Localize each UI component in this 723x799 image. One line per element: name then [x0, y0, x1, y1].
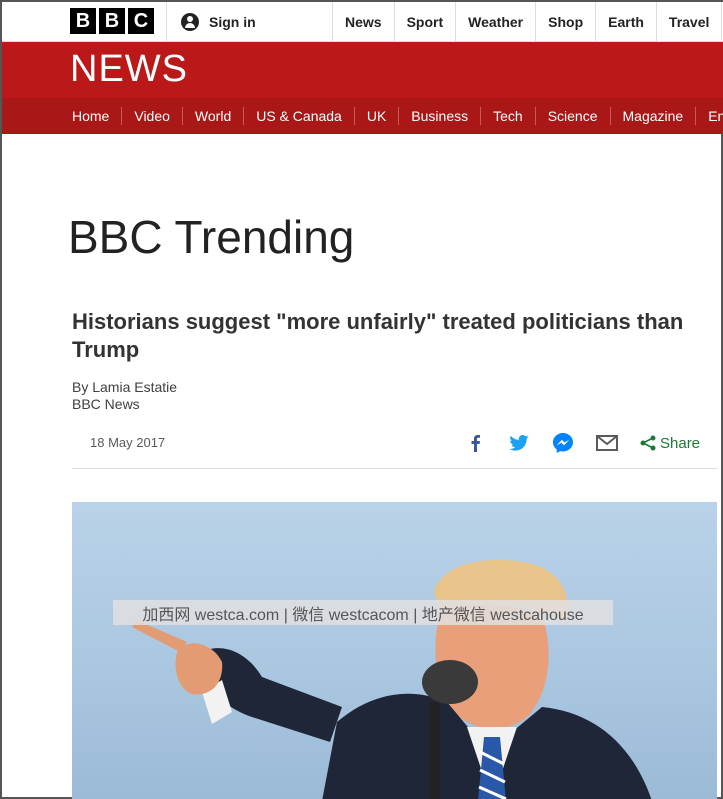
news-logo[interactable]: NEWS	[70, 48, 188, 91]
section-nav: Home Video World US & Canada UK Business…	[2, 98, 723, 134]
byline-org: BBC News	[72, 396, 140, 412]
section-nav-magazine[interactable]: Magazine	[611, 107, 697, 125]
byline-author: By Lamia Estatie	[72, 379, 178, 395]
section-nav-entertainment[interactable]: En	[696, 107, 723, 125]
byline: By Lamia Estatie BBC News	[72, 379, 177, 413]
sign-in-button[interactable]: Sign in	[166, 2, 332, 42]
section-nav-science[interactable]: Science	[536, 107, 611, 125]
top-nav-earth[interactable]: Earth	[595, 2, 656, 42]
share-label: Share	[660, 434, 701, 452]
publish-date: 18 May 2017	[90, 435, 166, 450]
top-nav-shop[interactable]: Shop	[535, 2, 595, 42]
share-tools: Share	[464, 429, 700, 457]
email-icon[interactable]	[596, 432, 618, 454]
masthead: B B C Sign in News Sport Weather Shop Ea…	[2, 2, 723, 42]
section-nav-uk[interactable]: UK	[355, 107, 400, 125]
messenger-icon[interactable]	[552, 432, 574, 454]
section-nav-video[interactable]: Video	[122, 107, 183, 125]
bbc-logo-block: C	[128, 8, 154, 34]
bbc-logo[interactable]: B B C	[70, 8, 154, 34]
date-share-bar: 18 May 2017 Share	[72, 427, 717, 469]
sign-in-label: Sign in	[209, 14, 256, 30]
top-nav-news[interactable]: News	[332, 2, 394, 42]
section-nav-business[interactable]: Business	[399, 107, 482, 125]
bbc-logo-block: B	[99, 8, 125, 34]
section-nav-home[interactable]: Home	[60, 107, 123, 125]
article-photo	[72, 502, 717, 799]
twitter-icon[interactable]	[508, 432, 530, 454]
share-icon	[640, 435, 656, 451]
top-nav-weather[interactable]: Weather	[455, 2, 535, 42]
facebook-icon[interactable]	[464, 432, 486, 454]
photo-illustration	[132, 559, 652, 799]
article-headline: Historians suggest "more unfairly" treat…	[72, 309, 684, 362]
section-nav-world[interactable]: World	[183, 107, 245, 125]
top-nav-travel[interactable]: Travel	[655, 2, 721, 42]
bbc-logo-block: B	[70, 8, 96, 34]
section-nav-us-canada[interactable]: US & Canada	[244, 107, 355, 125]
section-nav-tech[interactable]: Tech	[481, 107, 536, 125]
user-icon	[181, 13, 199, 31]
section-title: BBC Trending	[68, 211, 355, 263]
watermark-overlay: 加西网 westca.com | 微信 westcacom | 地产微信 wes…	[113, 600, 613, 625]
top-nav: News Sport Weather Shop Earth Travel M	[332, 2, 723, 42]
top-nav-sport[interactable]: Sport	[393, 2, 456, 42]
news-banner: NEWS	[2, 42, 723, 98]
share-button[interactable]: Share	[640, 435, 700, 452]
